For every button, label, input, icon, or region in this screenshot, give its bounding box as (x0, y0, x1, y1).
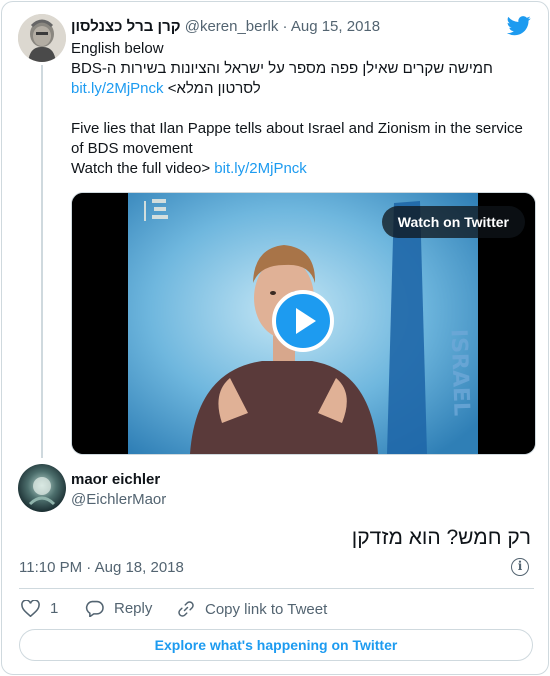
tweet-line-english-below: English below (71, 40, 164, 57)
original-author-handle[interactable]: @keren_berlk (185, 18, 279, 35)
header-separator: · (282, 18, 288, 35)
tweet-line-hebrew-video: לסרטון המלא> bit.ly/2MjPnck (71, 79, 536, 99)
link-icon (178, 601, 194, 617)
embedded-tweet-card: קרן ברל כצנלסון @keren_berlk · Aug 15, 2… (1, 1, 549, 675)
portrait-icon (18, 14, 66, 62)
reply-author-name[interactable]: maor eichler (71, 471, 160, 488)
sign-text: ISRAEL (446, 329, 474, 417)
video-link-hebrew[interactable]: bit.ly/2MjPnck (71, 80, 164, 97)
original-tweet-date[interactable]: Aug 15, 2018 (291, 18, 380, 35)
play-button[interactable] (272, 290, 334, 352)
reply-tweet-text: רק חמש? הוא מזדקן (351, 526, 531, 549)
reply-author-handle[interactable]: @EichlerMaor (71, 491, 166, 508)
original-author-avatar[interactable] (18, 14, 66, 62)
info-icon[interactable]: i (511, 558, 529, 576)
like-count: 1 (50, 600, 59, 617)
actions-divider (19, 588, 534, 589)
english-video-label: Watch the full video> (71, 160, 211, 177)
original-tweet-text: English below חמישה שקרים שאילן פפה מספר… (71, 39, 536, 179)
reply-date: Aug 18, 2018 (94, 559, 184, 576)
reply-bubble-icon (85, 600, 104, 617)
original-tweet-header: קרן ברל כצנלסון @keren_berlk · Aug 15, 2… (71, 18, 380, 35)
explore-twitter-button[interactable]: Explore what's happening on Twitter (19, 629, 533, 661)
reply-author-avatar[interactable] (18, 464, 66, 512)
reply-label: Reply (114, 600, 153, 617)
original-author-name[interactable]: קרן ברל כצנלסון (71, 18, 181, 35)
tweet-line-hebrew-title: חמישה שקרים שאילן פפה מספר על ישראל והצי… (71, 60, 493, 77)
thread-connector-line (41, 65, 43, 458)
copy-link-action[interactable]: Copy link to Tweet (177, 600, 327, 618)
timestamp-separator: · (86, 559, 92, 576)
hebrew-video-label: לסרטון המלא> (167, 80, 261, 97)
play-icon (296, 308, 316, 334)
video-link-english[interactable]: bit.ly/2MjPnck (214, 160, 307, 177)
photo-icon (18, 464, 66, 512)
israel-sign-text: ISRAEL (446, 329, 474, 417)
tweet-line-english-title: Five lies that Ilan Pappe tells about Is… (71, 120, 523, 157)
reply-timestamp[interactable]: 11:10 PM · Aug 18, 2018 (19, 559, 184, 576)
heart-icon (21, 600, 40, 617)
copy-link-label: Copy link to Tweet (205, 600, 328, 618)
reply-time: 11:10 PM (19, 559, 83, 576)
twitter-bird-icon[interactable] (507, 16, 531, 41)
like-action[interactable]: 1 (21, 600, 58, 617)
watch-on-twitter-button[interactable]: Watch on Twitter (381, 206, 525, 238)
tweet-line-english-video: Watch the full video> bit.ly/2MjPnck (71, 159, 536, 179)
video-player[interactable]: ISRAEL Watch on Twitter (71, 192, 536, 455)
reply-action[interactable]: Reply (85, 600, 152, 617)
